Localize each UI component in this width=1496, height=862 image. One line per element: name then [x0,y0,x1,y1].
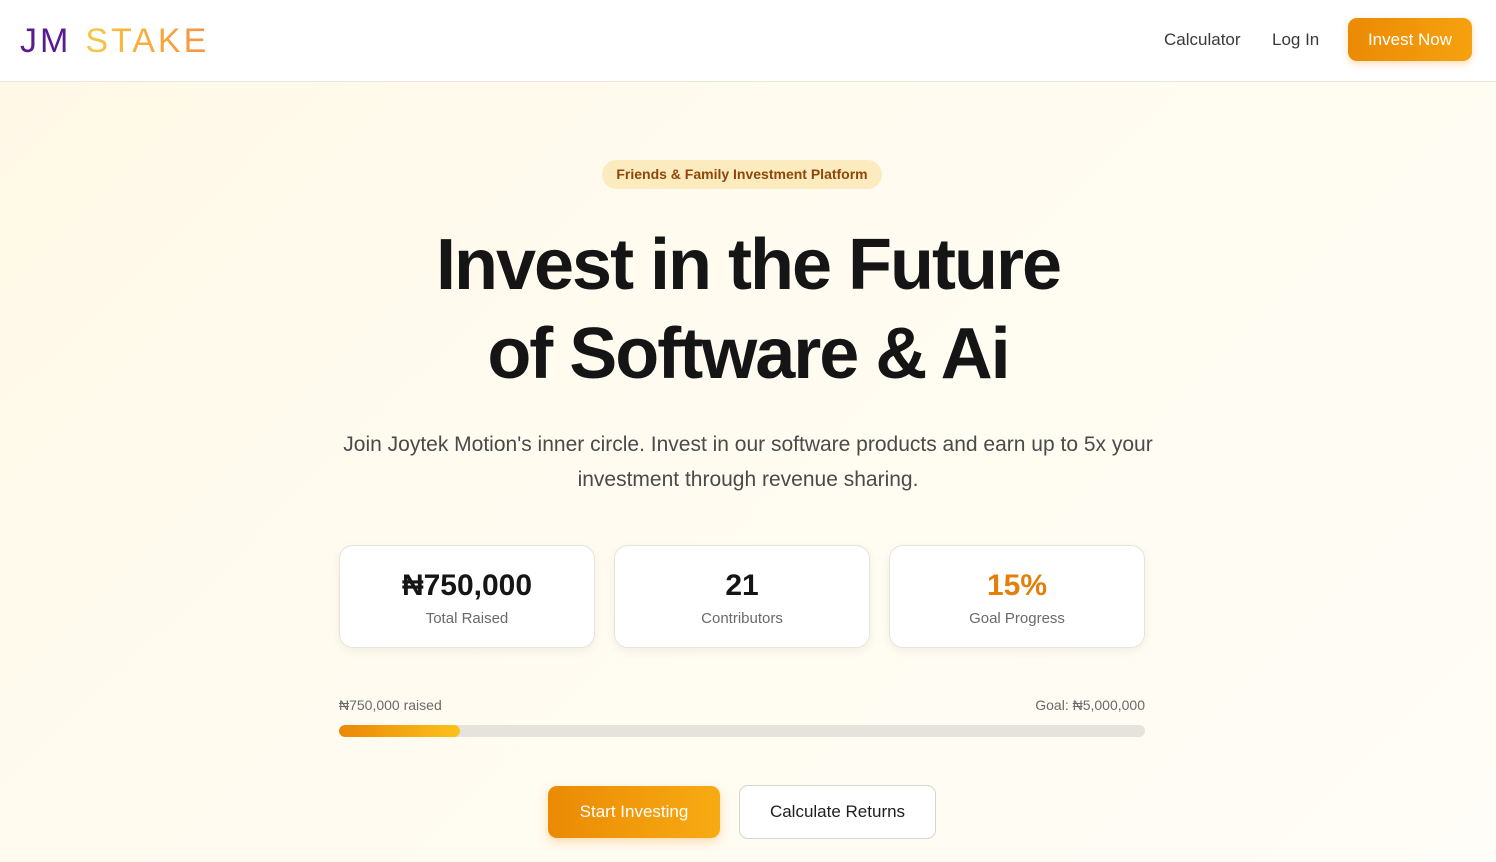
hero-headline-line-2: of Software & Ai [487,314,1010,394]
hero-subtext: Join Joytek Motion's inner circle. Inves… [343,433,1153,491]
stat-card-contributors: 21 Contributors [614,545,870,648]
stat-label-total-raised: Total Raised [425,610,509,627]
stat-card-total-raised: ₦750,000 Total Raised [339,545,595,648]
start-investing-button[interactable]: Start Investing [548,786,720,838]
calculate-returns-button[interactable]: Calculate Returns [739,785,936,839]
nav-login-link[interactable]: Log In [1272,29,1319,51]
stat-label-contributors: Contributors [701,610,783,627]
landing-page: JM STAKE Calculator Log In Invest Now Fr… [0,0,1496,862]
nav-calculator-link[interactable]: Calculator [1164,29,1241,51]
stat-label-goal-progress: Goal Progress [969,610,1065,627]
stat-value-total-raised: ₦750,000 [401,569,533,602]
funding-progress-fill [339,725,460,737]
progress-raised-label: ₦750,000 raised [339,697,442,713]
stat-card-goal-progress: 15% Goal Progress [889,545,1145,648]
platform-badge: Friends & Family Investment Platform [602,160,882,189]
logo-jm-text: JM [20,22,72,60]
invest-now-button[interactable]: Invest Now [1348,18,1472,61]
stat-value-contributors: 21 [725,569,759,602]
jm-stake-logo[interactable]: JM STAKE [20,23,209,59]
funding-progress-bar [339,725,1145,737]
progress-goal-label: Goal: ₦5,000,000 [1035,697,1145,713]
logo-stake-text: STAKE [85,22,210,60]
top-navbar: JM STAKE Calculator Log In Invest Now [0,0,1496,82]
hero-headline-line-1: Invest in the Future [435,225,1062,305]
stat-value-goal-progress: 15% [986,569,1048,602]
